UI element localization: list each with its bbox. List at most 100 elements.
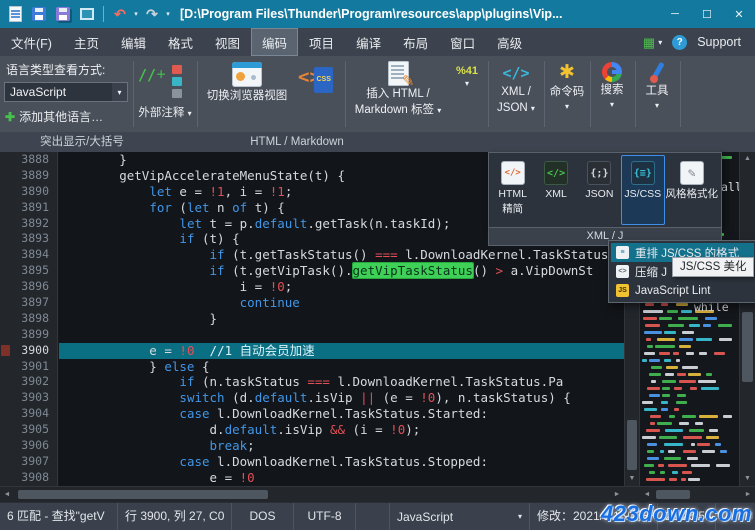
undo-button[interactable]: ↶: [108, 3, 132, 25]
help-icon[interactable]: ?: [672, 35, 687, 50]
minimap-dash: [657, 422, 672, 425]
status-cell-5[interactable]: [356, 503, 390, 530]
minimap-dash: [650, 422, 656, 425]
add-language-button[interactable]: ✚ 添加其他语言…: [5, 108, 103, 125]
minimap-dash: [644, 331, 662, 334]
line-number[interactable]: 3890: [0, 184, 57, 200]
maximize-button[interactable]: ☐: [691, 0, 723, 28]
save-all-button[interactable]: [51, 3, 75, 25]
view-panel-button[interactable]: [75, 3, 99, 25]
line-number[interactable]: 3906: [0, 438, 57, 454]
menu-item-label: JavaScript Lint: [635, 285, 710, 297]
line-number[interactable]: 3899: [0, 327, 57, 343]
menubar-tab-6[interactable]: 编码: [251, 28, 298, 56]
scroll-left-icon[interactable]: ◄: [0, 487, 14, 502]
tools-icon: [648, 62, 666, 83]
menubar-tab-9[interactable]: 布局: [392, 28, 439, 56]
save-button[interactable]: [27, 3, 51, 25]
search-button[interactable]: 搜索 ▾: [591, 62, 633, 109]
status-cell-4[interactable]: UTF-8: [294, 503, 356, 530]
redo-dropdown[interactable]: ▾: [164, 10, 172, 18]
menubar-tab-3[interactable]: 编辑: [110, 28, 157, 56]
xml-json-button[interactable]: </> XML / JSON ▾: [490, 62, 542, 115]
line-number[interactable]: 3908: [0, 470, 57, 486]
insert-html-markdown-button[interactable]: 插入 HTML / Markdown 标签 ▾: [348, 61, 448, 117]
scroll-right-icon[interactable]: ►: [741, 487, 755, 502]
undo-dropdown[interactable]: ▾: [132, 10, 140, 18]
tools-label: 工具: [646, 85, 669, 99]
minimap-hscrollbar[interactable]: ◄ ►: [640, 486, 755, 502]
code-line: e = !0 //1 自动会员加速: [59, 343, 624, 359]
support-link[interactable]: Support: [697, 35, 741, 49]
menubar-tab-2[interactable]: 主页: [63, 28, 110, 56]
line-number[interactable]: 3894: [0, 247, 57, 263]
menubar-tab-5[interactable]: 视图: [204, 28, 251, 56]
scroll-down-icon[interactable]: ▼: [625, 472, 639, 486]
line-number[interactable]: 3902: [0, 374, 57, 390]
menubar-tab-1[interactable]: 文件(F): [0, 28, 63, 56]
status-cell-6[interactable]: JavaScript▾: [390, 503, 530, 530]
line-number[interactable]: 3895: [0, 263, 57, 279]
line-number[interactable]: 3904: [0, 406, 57, 422]
status-cell-3[interactable]: DOS: [232, 503, 294, 530]
close-button[interactable]: ✕: [723, 0, 755, 28]
menubar-tab-4[interactable]: 格式: [157, 28, 204, 56]
new-file-button[interactable]: [3, 3, 27, 25]
comment-slashes-button[interactable]: //＋: [138, 66, 166, 85]
scroll-left-icon[interactable]: ◄: [640, 487, 654, 502]
gallery-item-json[interactable]: {;}JSON: [578, 155, 621, 225]
scrollbar-thumb[interactable]: [18, 490, 268, 499]
line-number[interactable]: 3901: [0, 359, 57, 375]
gallery-item-style[interactable]: ✎风格格式化: [665, 155, 720, 225]
gallery-item-html[interactable]: </>HTML精简: [491, 155, 534, 225]
encode-button[interactable]: %41 ▾: [450, 65, 484, 88]
menubar-tab-7[interactable]: 项目: [298, 28, 345, 56]
line-number[interactable]: 3889: [0, 168, 57, 184]
remove-comment-icon[interactable]: [172, 65, 182, 74]
comment-icon: //: [138, 66, 156, 84]
line-number[interactable]: 3900: [0, 343, 57, 359]
line-number[interactable]: 3891: [0, 200, 57, 216]
line-number[interactable]: 3897: [0, 295, 57, 311]
scroll-right-icon[interactable]: ►: [610, 487, 624, 502]
minimize-button[interactable]: ─: [659, 0, 691, 28]
line-number[interactable]: 3905: [0, 422, 57, 438]
gallery-item-xml[interactable]: </>XML: [534, 155, 577, 225]
minimap-dash: [677, 373, 685, 376]
chevron-down-icon[interactable]: ▾: [112, 83, 127, 101]
insert-tag-icon: [388, 61, 409, 86]
external-comment-button[interactable]: 外部注释 ▾: [134, 104, 196, 120]
line-number[interactable]: 3903: [0, 390, 57, 406]
line-number[interactable]: 3893: [0, 231, 57, 247]
chevron-down-icon: ▾: [465, 79, 469, 88]
scrollbar-thumb[interactable]: [742, 312, 753, 382]
line-number[interactable]: 3898: [0, 311, 57, 327]
menu-item-3[interactable]: JSJavaScript Lint: [611, 281, 754, 300]
menubar-tab-8[interactable]: 编译: [345, 28, 392, 56]
scroll-up-icon[interactable]: ▲: [740, 152, 755, 166]
scroll-down-icon[interactable]: ▼: [740, 472, 755, 486]
menubar-tab-11[interactable]: 高级: [486, 28, 533, 56]
comment-options-icon[interactable]: [172, 89, 182, 98]
line-number[interactable]: 3892: [0, 216, 57, 232]
block-comment-icon[interactable]: [172, 77, 182, 86]
tools-button[interactable]: 工具 ▾: [636, 62, 678, 110]
scrollbar-thumb[interactable]: [656, 490, 690, 499]
command-code-button[interactable]: ✱ 命令码 ▾: [546, 62, 588, 111]
toggle-browser-view-button[interactable]: 切换浏览器视图: [200, 62, 294, 104]
language-combobox[interactable]: JavaScript ▾: [4, 82, 128, 102]
line-number[interactable]: 3896: [0, 279, 57, 295]
gallery-item-jscss[interactable]: {≡}JS/CSS: [621, 155, 664, 225]
html-css-button[interactable]: <>CSS ▾: [298, 65, 344, 89]
scrollbar-thumb[interactable]: [627, 420, 637, 470]
layout-grid-icon[interactable]: ▦▾: [643, 36, 662, 49]
minimap-vscrollbar[interactable]: ▲ ▼: [739, 152, 755, 486]
minimap-dash: [660, 450, 664, 453]
redo-button[interactable]: ↷: [140, 3, 164, 25]
menubar-tab-10[interactable]: 窗口: [439, 28, 486, 56]
line-number[interactable]: 3907: [0, 454, 57, 470]
line-number-gutter[interactable]: 3888388938903891389238933894389538963897…: [0, 152, 58, 486]
line-number[interactable]: 3888: [0, 152, 57, 168]
minimap-dash: [709, 429, 718, 432]
editor-hscrollbar[interactable]: ◄ ►: [0, 486, 624, 502]
